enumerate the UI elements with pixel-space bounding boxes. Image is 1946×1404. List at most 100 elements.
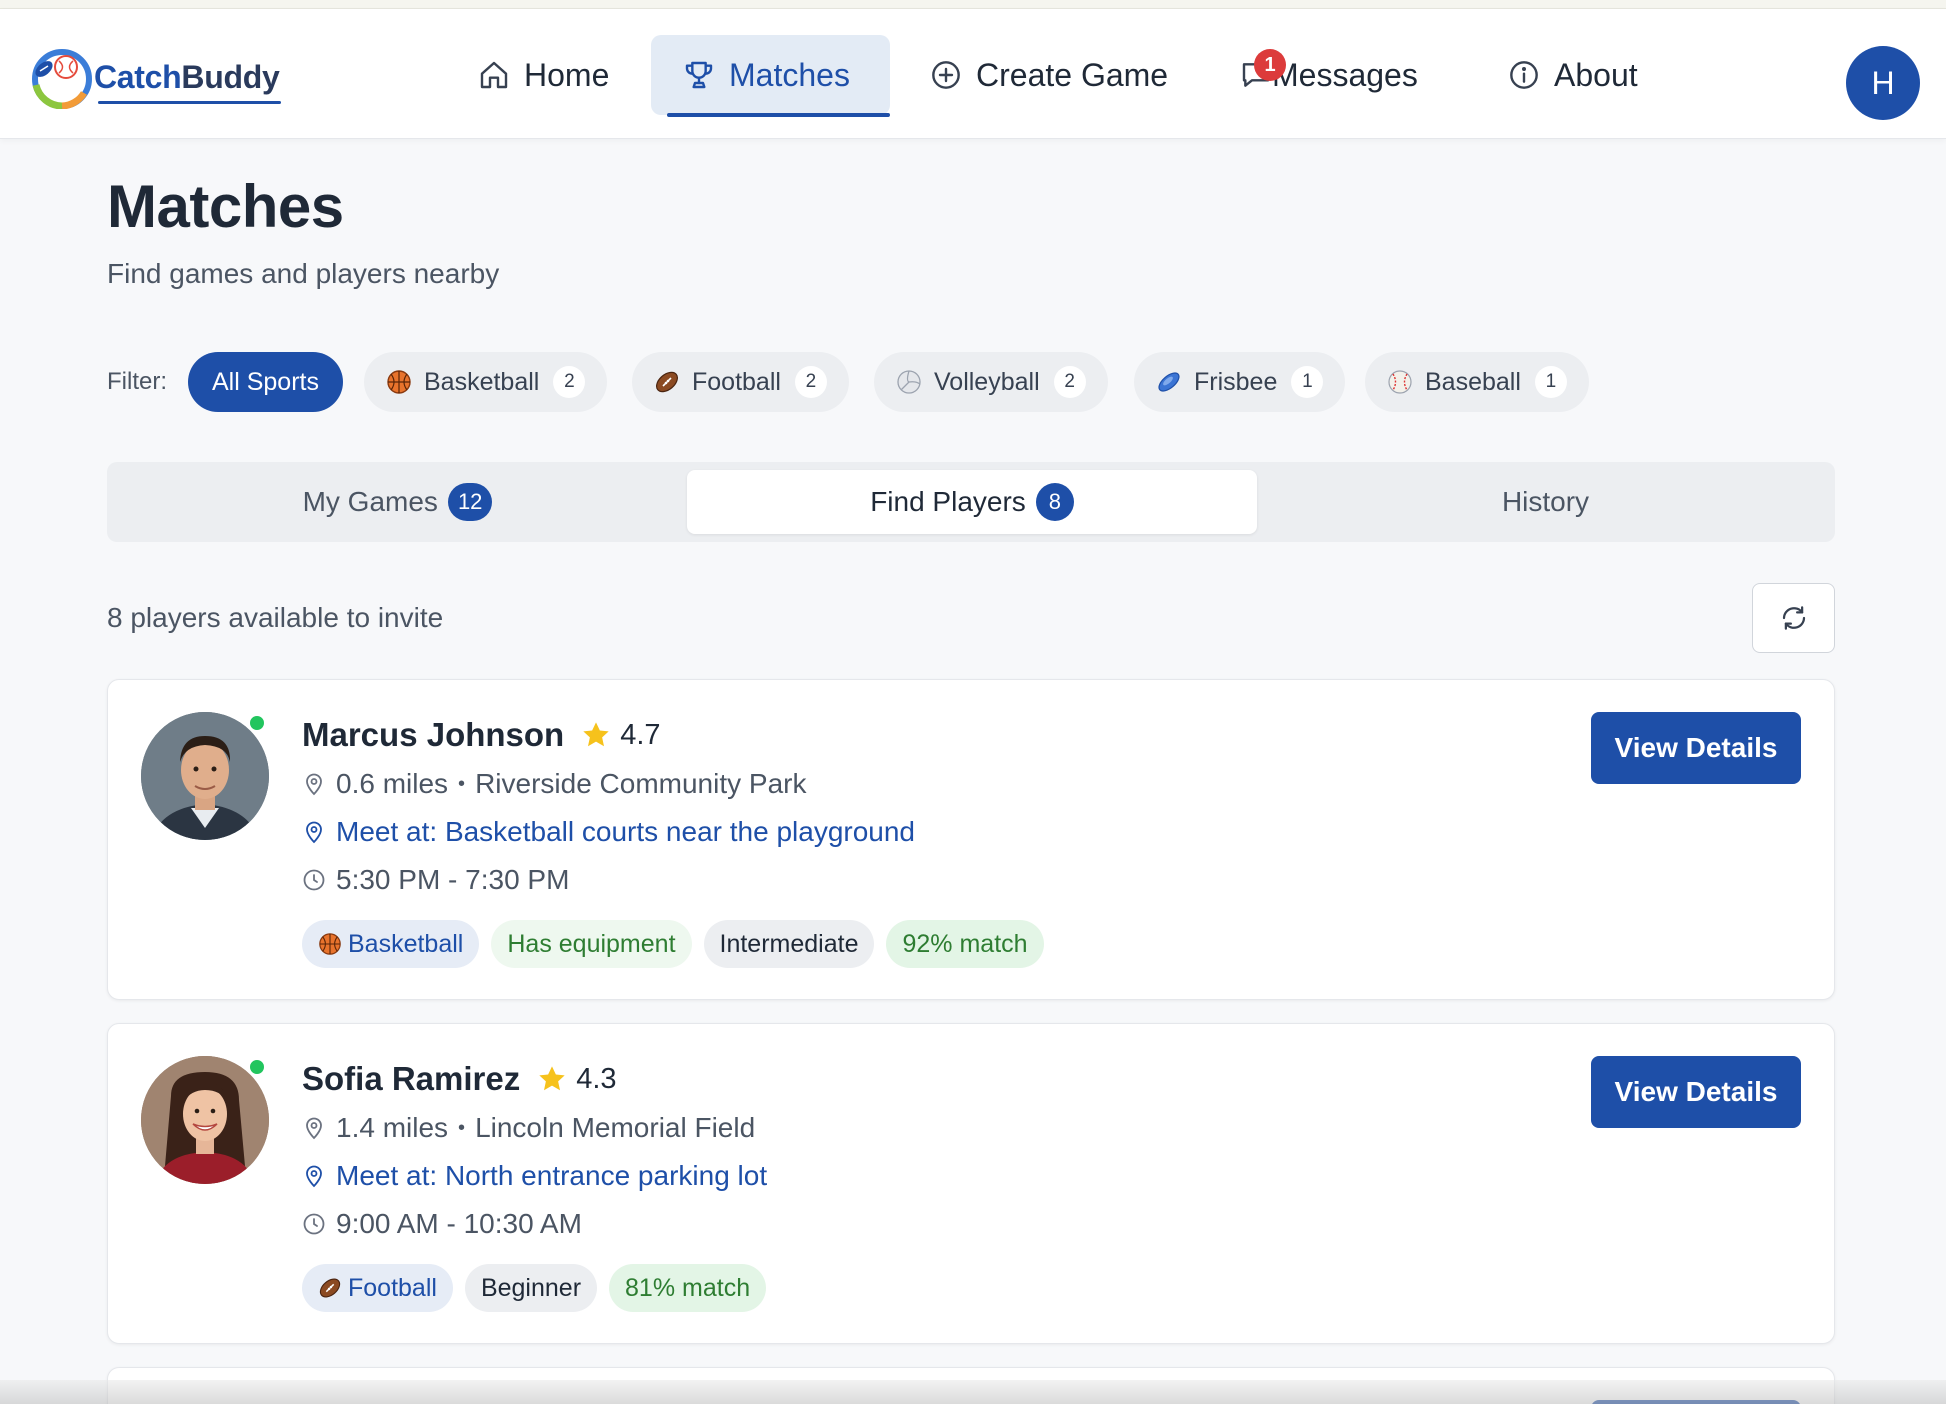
filter-chip-volleyball[interactable]: Volleyball 2 bbox=[874, 352, 1108, 412]
player-avatar[interactable] bbox=[141, 1056, 269, 1184]
player-name: Marcus Johnson bbox=[302, 716, 565, 753]
meet-point-text: Meet at: Basketball courts near the play… bbox=[336, 816, 916, 847]
tab-find-players[interactable]: Find Players 8 bbox=[687, 470, 1257, 534]
nav-create-game[interactable]: Create Game bbox=[898, 35, 1200, 115]
frisbee-icon bbox=[1158, 372, 1180, 392]
filter-chip-football[interactable]: Football 2 bbox=[632, 352, 849, 412]
basketball-icon bbox=[387, 370, 411, 394]
player-tags: Basketball Has equipment Intermediate 92… bbox=[302, 920, 1044, 968]
map-pin-icon bbox=[306, 773, 322, 796]
sport-tag-label: Football bbox=[348, 1273, 437, 1302]
player-name-row: Marcus Johnson 4.7 bbox=[302, 716, 661, 754]
map-pin-icon bbox=[306, 821, 322, 844]
clock-icon bbox=[303, 869, 325, 891]
time-range: 5:30 PM - 7:30 PM bbox=[336, 864, 570, 895]
basketball-icon bbox=[319, 933, 341, 955]
filter-chip-count: 2 bbox=[553, 366, 586, 398]
player-tags: Football Beginner 81% match bbox=[302, 1264, 767, 1312]
plus-circle-icon bbox=[932, 61, 960, 89]
filter-chip-all-sports[interactable]: All Sports bbox=[188, 352, 343, 412]
filter-chip-frisbee[interactable]: Frisbee 1 bbox=[1134, 352, 1346, 412]
trophy-icon bbox=[685, 61, 713, 89]
player-meet-point[interactable]: Meet at: Basketball courts near the play… bbox=[302, 816, 915, 848]
player-location: 0.6 miles • Riverside Community Park bbox=[302, 768, 806, 800]
brand-name-catch: Catch bbox=[94, 58, 182, 95]
brand-name: CatchBuddy bbox=[94, 58, 282, 104]
volleyball-icon bbox=[897, 370, 921, 394]
filter-chip-label: Baseball bbox=[1425, 367, 1521, 396]
nav-matches[interactable]: Matches bbox=[651, 35, 890, 117]
baseball-icon bbox=[1388, 370, 1412, 394]
player-time: 9:00 AM - 10:30 AM bbox=[302, 1208, 582, 1240]
tab-label: Find Players bbox=[870, 486, 1026, 517]
skill-level-tag: Intermediate bbox=[703, 920, 875, 968]
user-avatar[interactable]: H bbox=[1846, 46, 1920, 120]
player-distance: 0.6 miles bbox=[336, 768, 449, 799]
map-pin-icon bbox=[306, 1117, 322, 1140]
page-title: Matches bbox=[107, 173, 344, 240]
refresh-icon bbox=[1782, 606, 1805, 630]
equipment-tag: Has equipment bbox=[491, 920, 692, 968]
nav-messages[interactable]: Messages bbox=[1208, 35, 1450, 115]
player-card: Sofia Ramirez 4.3 1.4 miles • Lincoln Me… bbox=[107, 1023, 1835, 1344]
separator-dot: • bbox=[458, 1116, 466, 1139]
online-status-indicator bbox=[248, 714, 266, 732]
tab-count-badge: 12 bbox=[447, 483, 493, 521]
scroll-shadow bbox=[0, 1380, 1946, 1404]
nav-home[interactable]: Home bbox=[446, 35, 641, 115]
filter-chip-label: Football bbox=[692, 367, 781, 396]
player-location: 1.4 miles • Lincoln Memorial Field bbox=[302, 1112, 755, 1144]
player-distance: 1.4 miles bbox=[336, 1112, 449, 1143]
home-icon bbox=[480, 61, 508, 89]
brand-name-buddy: Buddy bbox=[181, 58, 280, 95]
star-icon bbox=[583, 722, 609, 747]
match-percent-tag: 81% match bbox=[609, 1264, 767, 1312]
player-park: Riverside Community Park bbox=[475, 768, 807, 799]
player-avatar[interactable] bbox=[141, 712, 269, 840]
players-available-count: 8 players available to invite bbox=[107, 602, 444, 633]
nav-home-label: Home bbox=[524, 56, 610, 93]
clock-icon bbox=[303, 1213, 325, 1235]
tab-my-games[interactable]: My Games 12 bbox=[115, 470, 680, 534]
nav-matches-label: Matches bbox=[729, 56, 850, 93]
tab-label: History bbox=[1501, 486, 1590, 517]
time-range: 9:00 AM - 10:30 AM bbox=[336, 1208, 582, 1239]
football-icon bbox=[319, 1278, 341, 1298]
nav-about-label: About bbox=[1554, 56, 1638, 93]
filter-chip-count: 1 bbox=[1534, 366, 1567, 398]
online-status-indicator bbox=[248, 1058, 266, 1076]
match-percent-tag: 92% match bbox=[886, 920, 1044, 968]
player-name: Sofia Ramirez bbox=[302, 1060, 521, 1097]
sport-tag: Basketball bbox=[302, 920, 480, 968]
meet-point-text: Meet at: North entrance parking lot bbox=[336, 1160, 768, 1191]
tab-history[interactable]: History bbox=[1263, 470, 1828, 534]
filter-chip-count: 1 bbox=[1291, 366, 1324, 398]
brand-logo[interactable]: CatchBuddy bbox=[28, 37, 282, 117]
page-subtitle: Find games and players nearby bbox=[107, 258, 500, 289]
map-pin-icon bbox=[306, 1165, 322, 1188]
view-details-button[interactable]: View Details bbox=[1591, 712, 1801, 784]
player-rating: 4.3 bbox=[576, 1062, 617, 1095]
filter-chip-baseball[interactable]: Baseball 1 bbox=[1365, 352, 1589, 412]
player-name-row: Sofia Ramirez 4.3 bbox=[302, 1060, 617, 1098]
matches-tabs: My Games 12 Find Players 8 History bbox=[107, 462, 1835, 542]
filter-chip-label: All Sports bbox=[212, 367, 319, 396]
tab-count-badge: 8 bbox=[1035, 483, 1074, 521]
nav-about[interactable]: About bbox=[1476, 35, 1670, 115]
view-details-button[interactable]: View Details bbox=[1591, 1056, 1801, 1128]
separator-dot: • bbox=[458, 772, 466, 795]
sport-tag: Football bbox=[302, 1264, 453, 1312]
player-meet-point[interactable]: Meet at: North entrance parking lot bbox=[302, 1160, 767, 1192]
refresh-button[interactable] bbox=[1752, 583, 1835, 653]
filter-chip-basketball[interactable]: Basketball 2 bbox=[364, 352, 608, 412]
football-icon bbox=[656, 371, 678, 393]
filter-chip-label: Basketball bbox=[424, 367, 540, 396]
tab-label: My Games bbox=[302, 486, 438, 517]
nav-create-game-label: Create Game bbox=[976, 56, 1169, 93]
filter-chip-label: Frisbee bbox=[1194, 367, 1278, 396]
logo-icon bbox=[28, 45, 92, 110]
navbar: CatchBuddy Home Matches Create Game Mess… bbox=[0, 9, 1946, 139]
top-strip bbox=[0, 0, 1946, 9]
player-rating: 4.7 bbox=[620, 718, 661, 751]
star-icon bbox=[539, 1066, 565, 1091]
